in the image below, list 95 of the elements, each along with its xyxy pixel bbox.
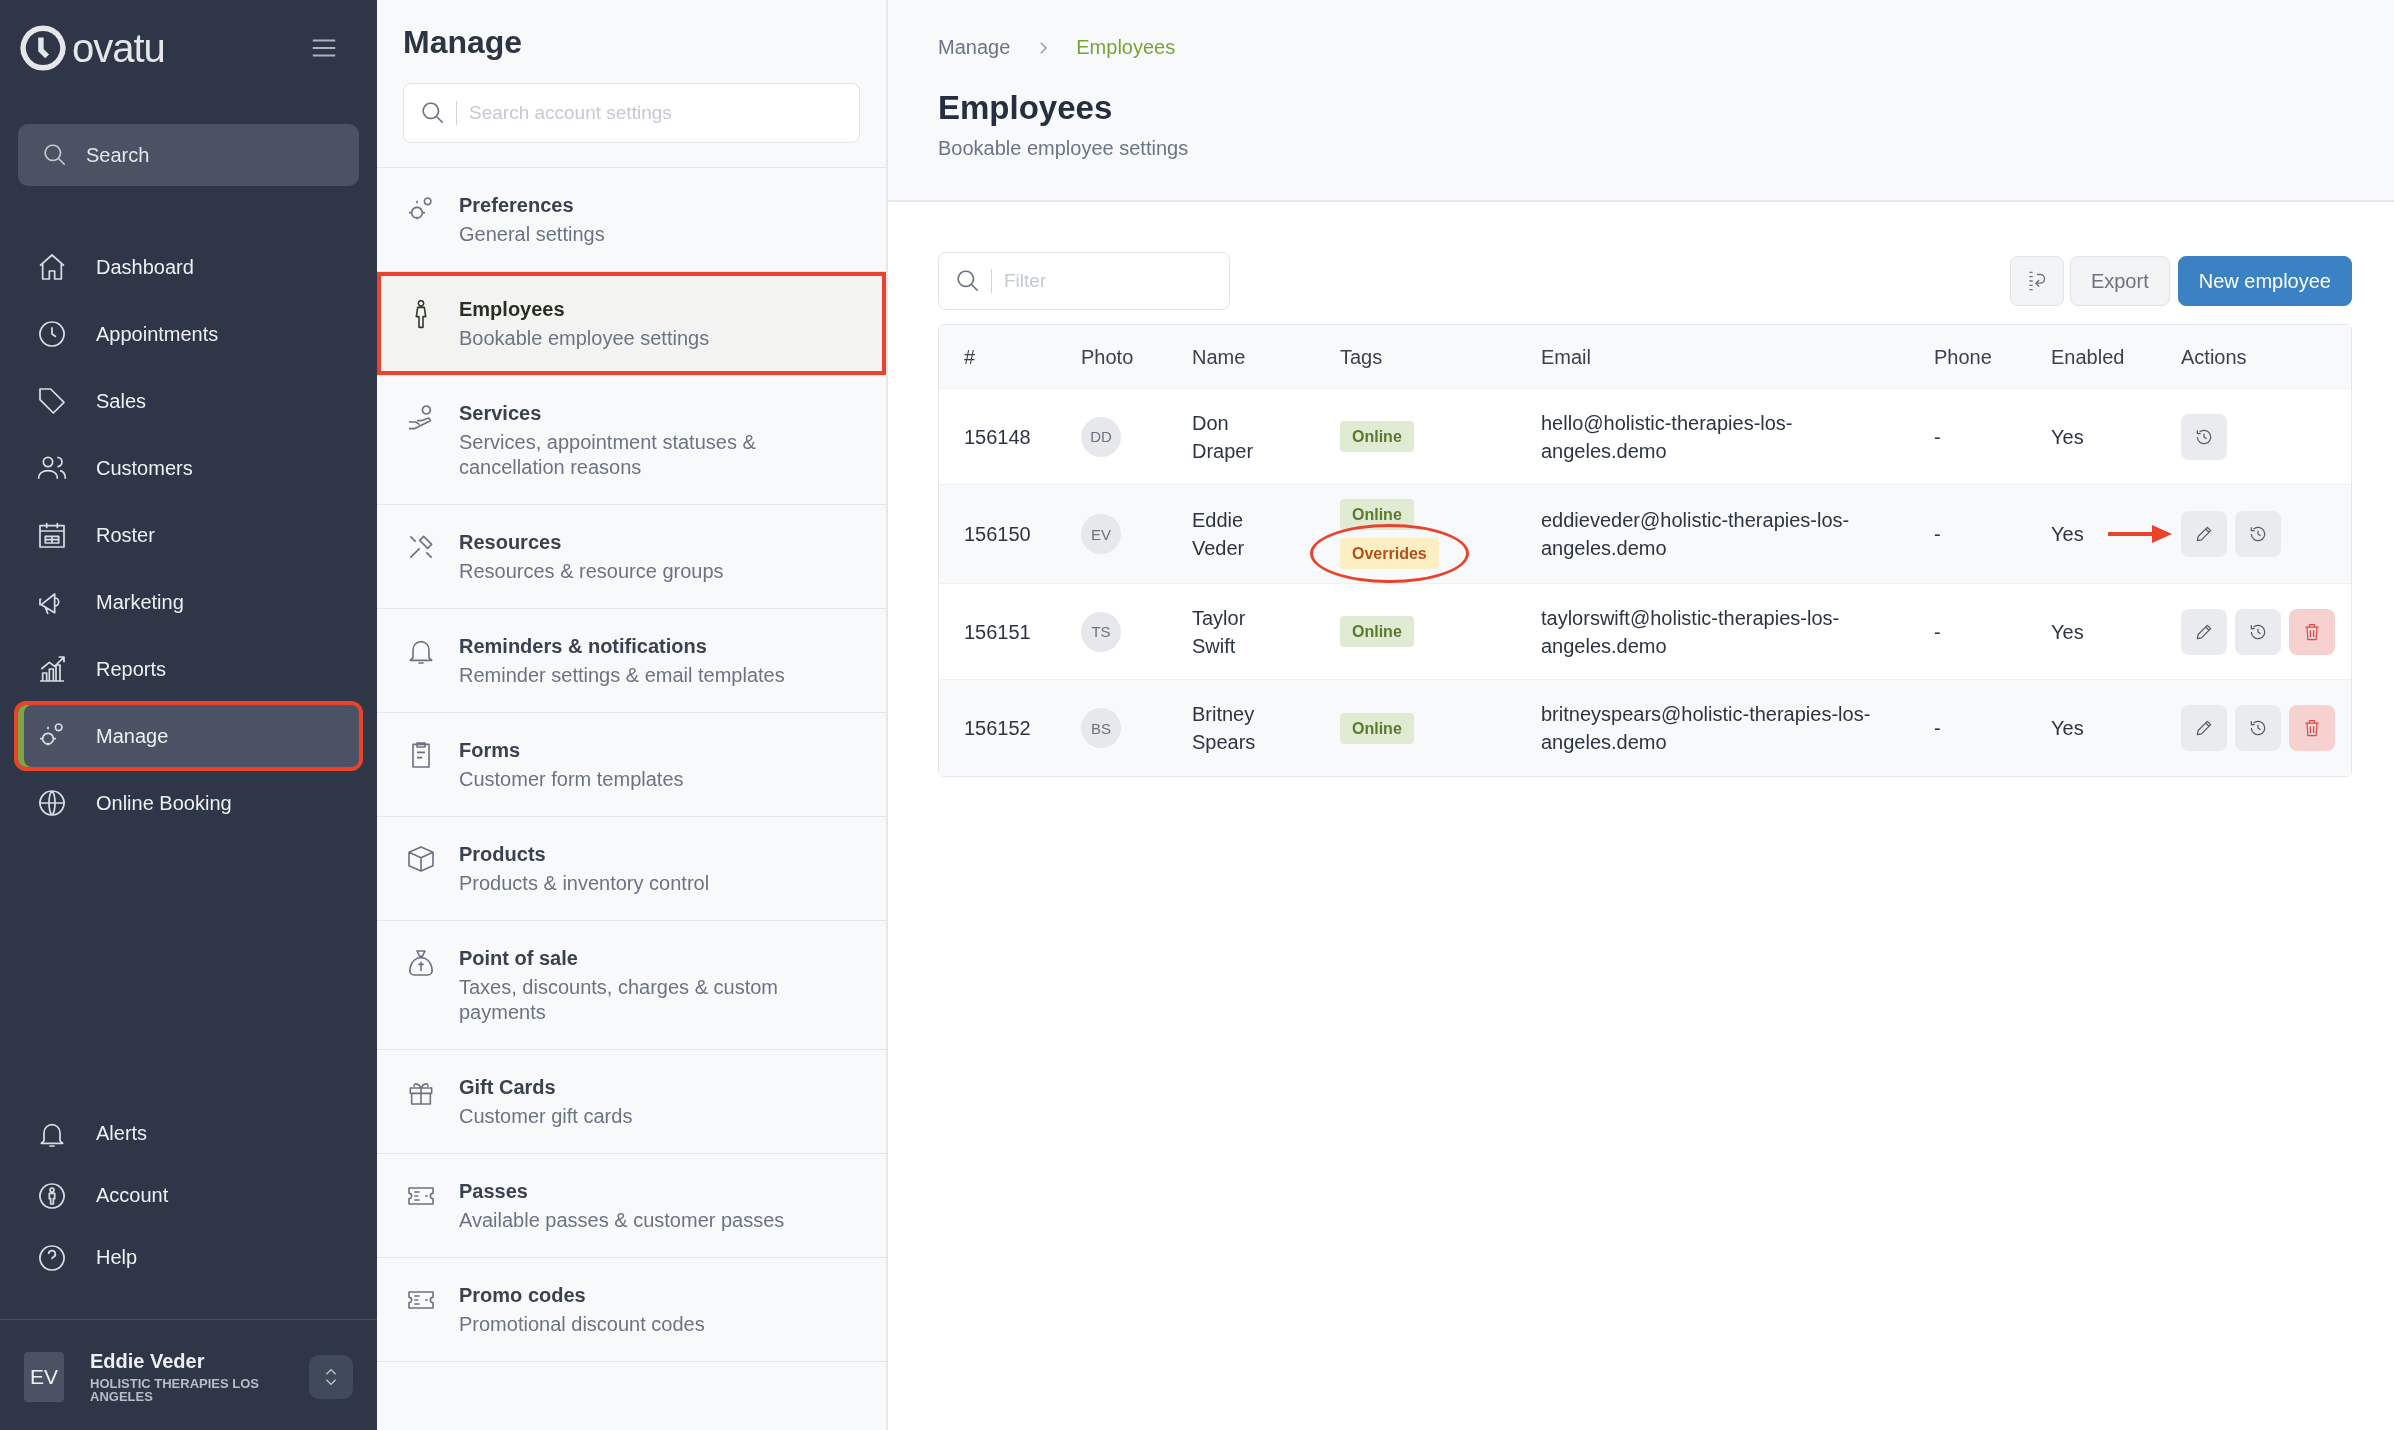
search-field[interactable]: Search xyxy=(84,123,288,187)
table-cell-text: - xyxy=(1934,619,1941,645)
table-cell-text: - xyxy=(1934,716,1941,742)
avatar: EV xyxy=(1081,514,1121,555)
nav-item[interactable]: Account xyxy=(18,1164,359,1227)
history-button[interactable] xyxy=(2181,413,2227,460)
search-icon xyxy=(420,100,446,126)
table-cell-text: Don Draper xyxy=(1192,410,1255,464)
user-avatar: EV xyxy=(24,1351,64,1402)
settings-menu-item[interactable]: Services Services, appointment statuses & cancellation reasons xyxy=(377,376,886,505)
column-header: Actions xyxy=(2181,344,2247,370)
nav-item[interactable]: Customers xyxy=(18,437,359,499)
columns-button[interactable] xyxy=(2009,256,2064,306)
table-cell-text: Yes xyxy=(2051,522,2084,548)
table-cell-text: - xyxy=(1934,424,1941,450)
table-cell-text: Yes xyxy=(2051,716,2084,742)
table-cell-text: 156148 xyxy=(964,424,1031,450)
search-field[interactable]: Search account settings xyxy=(467,83,843,143)
history-button[interactable] xyxy=(2235,705,2281,752)
page-title: Employees xyxy=(938,89,1114,127)
column-header: # xyxy=(964,344,976,370)
page-subtitle: Bookable employee settings xyxy=(938,137,1190,160)
column-header: Photo xyxy=(1081,344,1134,370)
avatar: DD xyxy=(1081,416,1121,457)
account-switch-button[interactable] xyxy=(309,1354,353,1399)
settings-menu-item[interactable]: Products Products & inventory control xyxy=(377,817,886,921)
nav-item[interactable]: Online Booking xyxy=(18,772,359,834)
export-button[interactable]: Export xyxy=(2069,256,2170,306)
tag-icon xyxy=(36,385,68,417)
table-cell-text: - xyxy=(1934,522,1941,548)
clock-icon xyxy=(18,23,68,73)
column-header: Name xyxy=(1192,344,1246,370)
trash-icon xyxy=(2302,718,2322,739)
history-button[interactable] xyxy=(2235,511,2281,558)
column-header: Phone xyxy=(1934,344,1992,370)
nav-item[interactable]: Help xyxy=(18,1226,359,1289)
settings-menu-item[interactable]: Forms Customer form templates xyxy=(377,713,886,817)
search-icon xyxy=(955,268,981,294)
delete-button[interactable] xyxy=(2289,608,2335,655)
column-header: Enabled xyxy=(2051,344,2125,370)
table-cell-text: Eddie Veder xyxy=(1192,508,1246,562)
nav-item[interactable]: Alerts xyxy=(18,1102,359,1165)
edit-button[interactable] xyxy=(2181,608,2227,655)
table-cell-text: Yes xyxy=(2051,424,2084,450)
table-cell-text: hello@holistic-therapies-los-angeles.demo xyxy=(1541,410,1794,464)
table-cell-text: eddieveder@holistic-therapies-los-angeles.demo xyxy=(1541,508,1851,562)
filter-field[interactable]: Filter xyxy=(1002,252,1213,310)
delete-button[interactable] xyxy=(2289,705,2335,752)
table-cell-text: britneyspears@holistic-therapies-los-angeles.demo xyxy=(1541,702,1872,756)
tag: Online xyxy=(1340,712,1414,744)
table-cell-text: 156152 xyxy=(964,716,1031,742)
tag: Online xyxy=(1340,616,1414,648)
edit-button[interactable] xyxy=(2181,705,2227,752)
settings-menu-item[interactable]: Reminders & notifications Reminder settings & email templates xyxy=(377,609,886,713)
globe-icon xyxy=(36,787,68,819)
nav-item[interactable]: Marketing xyxy=(18,571,359,633)
settings-menu-item[interactable]: Promo codes Promotional discount codes xyxy=(377,1258,886,1362)
clock-icon xyxy=(36,318,68,350)
settings-menu-item[interactable]: Gift Cards Customer gift cards xyxy=(377,1050,886,1154)
box-icon xyxy=(405,843,437,875)
column-header: Tags xyxy=(1340,344,1383,370)
table-cell-text: taylorswift@holistic-therapies-los-angeles.demo xyxy=(1541,605,1841,659)
avatar: BS xyxy=(1081,708,1121,749)
column-header: Email xyxy=(1541,344,1591,370)
table-cell-text: Britney Spears xyxy=(1192,702,1257,756)
settings-menu-item[interactable]: Point of sale Taxes, discounts, charges & custom payments xyxy=(377,921,886,1050)
search-icon xyxy=(42,142,68,168)
tag: Overrides xyxy=(1340,538,1439,570)
filter-field[interactable]: Filter xyxy=(938,252,1230,310)
history-button[interactable] xyxy=(2235,608,2281,655)
new-employee-button[interactable]: New employee xyxy=(2177,256,2352,306)
nav-item[interactable]: Roster xyxy=(18,504,359,566)
settings-menu-item[interactable]: Employees Bookable employee settings xyxy=(377,272,886,376)
search-field[interactable]: Search account settings xyxy=(403,83,860,143)
search-field[interactable]: Search xyxy=(18,124,359,186)
nav-item[interactable]: Reports xyxy=(18,638,359,700)
table-cell-text: Yes xyxy=(2051,619,2084,645)
nav-item[interactable]: Sales xyxy=(18,370,359,432)
trash-icon xyxy=(2302,621,2322,642)
organization-name: HOLISTIC THERAPIES LOS ANGELES xyxy=(90,1376,260,1404)
logo[interactable]: ovatu xyxy=(18,23,165,73)
panel-title: Manage xyxy=(403,24,524,61)
table-cell-text: 156150 xyxy=(964,522,1031,548)
table-cell-text: Taylor Swift xyxy=(1192,605,1247,659)
settings-menu-item[interactable]: Resources Resources & resource groups xyxy=(377,505,886,609)
tag: Online xyxy=(1340,499,1414,531)
user-name: Eddie Veder xyxy=(90,1349,206,1373)
breadcrumb-link[interactable]: Manage xyxy=(938,36,1011,59)
tag: Online xyxy=(1340,420,1414,453)
nav-item[interactable]: Dashboard xyxy=(18,236,359,298)
nav-item[interactable]: Appointments xyxy=(18,303,359,365)
avatar: TS xyxy=(1081,611,1121,652)
edit-button[interactable] xyxy=(2181,511,2227,558)
settings-menu-item[interactable]: Passes Available passes & customer passes xyxy=(377,1154,886,1258)
table-cell-text: 156151 xyxy=(964,619,1031,645)
